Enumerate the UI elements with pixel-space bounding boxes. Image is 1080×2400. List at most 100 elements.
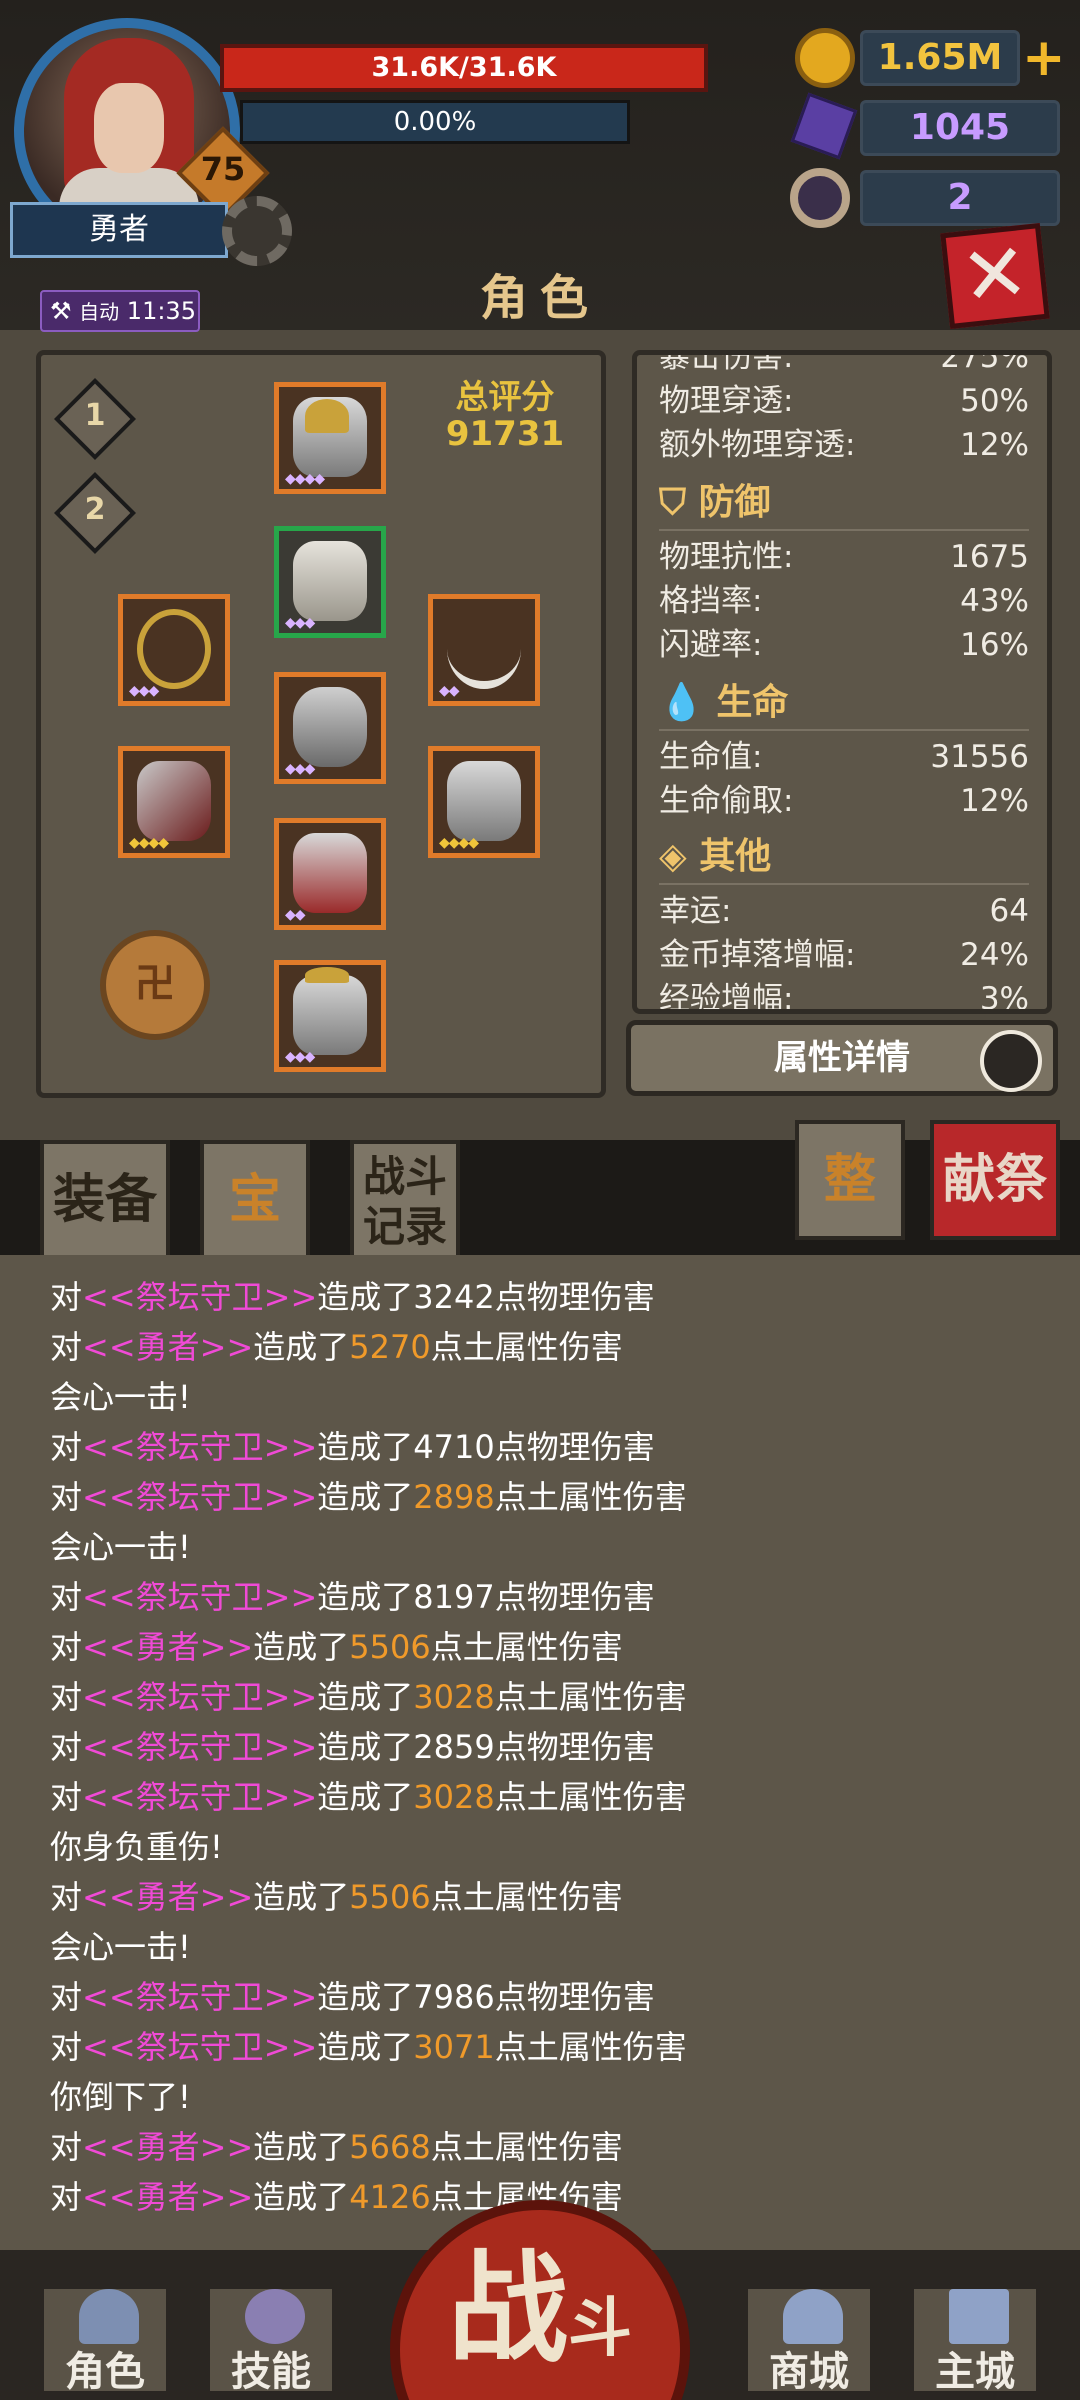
log-prefix: 会心一击! [50, 1378, 191, 1416]
log-line: 对<<祭坛守卫>>造成了7986点物理伤害 [50, 1972, 1050, 2022]
log-suffix: 点土属性伤害 [494, 2028, 687, 2066]
auto-battle-timer[interactable]: ⚒ 自动 11:35 [40, 290, 200, 332]
belt-slot[interactable]: ◆◆◆ [274, 672, 386, 784]
log-target: <<勇者>> [82, 1328, 254, 1366]
stat-row: 金币掉落增幅: 24% [659, 933, 1029, 977]
log-line: 会心一击! [50, 1522, 1050, 1572]
tab-gems[interactable]: 宝石 [200, 1140, 310, 1342]
stat-label: 经验增幅: [659, 981, 794, 1014]
log-line: 会心一击! [50, 1922, 1050, 1972]
log-line: 会心一击! [50, 1372, 1050, 1422]
tab-battle-log[interactable]: 战斗 记录 [350, 1140, 460, 1260]
battle-label-sub: 斗 [568, 2292, 632, 2366]
total-score-value: 91731 [445, 414, 565, 454]
boots-slot[interactable]: ◆◆◆ [274, 960, 386, 1072]
log-damage: 3242 [413, 1278, 495, 1316]
stat-value: 24% [960, 937, 1029, 973]
log-prefix: 对 [50, 1978, 83, 2016]
log-verb: 造成了 [317, 1478, 414, 1516]
nav-skills[interactable]: 技能 [206, 2285, 336, 2395]
stat-value: 1675 [950, 539, 1029, 575]
tab-battle-log-line1: 战斗 [362, 1152, 447, 1201]
log-line: 你倒下了! [50, 2072, 1050, 2122]
shield-icon: ⛉ [659, 482, 687, 523]
stat-row: 生命偷取: 12% [659, 779, 1029, 823]
horn-amount: 2 [860, 170, 1060, 226]
stat-label: 金币掉落增幅: [659, 937, 856, 973]
stat-value: 275% [940, 350, 1029, 375]
stats-panel: 暴击伤害: 275% 物理穿透: 50% 额外物理穿透: 12% ⛉ 防御 物理抗性:… [632, 350, 1052, 1014]
log-target: <<勇者>> [82, 2128, 254, 2166]
greaves-icon [293, 833, 367, 913]
log-verb: 造成了 [317, 1278, 414, 1316]
add-gold-button[interactable]: + [1022, 30, 1066, 86]
gem-sockets: ◆◆◆◆ [439, 835, 479, 851]
nav-character-label: 角色 [65, 2349, 145, 2395]
section-title: 防御 [698, 482, 771, 523]
log-target: <<勇者>> [82, 1628, 254, 1666]
belt-icon [293, 687, 367, 767]
log-verb: 造成了 [317, 2028, 414, 2066]
axe-icon [137, 761, 211, 841]
gloves-slot[interactable]: ◆◆◆◆ [428, 746, 540, 858]
section-title: 生命 [716, 682, 789, 723]
gem-sockets: ◆◆◆ [285, 1049, 315, 1065]
stat-label: 闪避率: [659, 627, 763, 663]
ring-slot[interactable]: ◆◆◆ [118, 594, 230, 706]
emblem-seal-icon[interactable]: 卍 [100, 930, 210, 1040]
gem-amount: 1045 [860, 100, 1060, 156]
stat-row: 额外物理穿透: 12% [659, 423, 1029, 467]
auto-time: 11:35 [126, 297, 196, 325]
close-button[interactable]: ✕ [940, 223, 1050, 329]
stat-value: 50% [960, 383, 1029, 419]
necklace-slot[interactable]: ◆◆ [428, 594, 540, 706]
log-suffix: 点物理伤害 [494, 1278, 655, 1316]
stat-row: 生命值: 31556 [659, 735, 1029, 779]
settings-gear-icon[interactable] [222, 196, 292, 266]
chest-armor-slot[interactable]: ◆◆◆ [274, 526, 386, 638]
stat-label: 暴击伤害: [659, 350, 794, 375]
stat-label: 物理穿透: [659, 383, 794, 419]
log-suffix: 点土属性伤害 [494, 1678, 687, 1716]
log-target: <<祭坛守卫>> [82, 1478, 318, 1516]
nav-city[interactable]: 主城 [910, 2285, 1040, 2395]
log-prefix: 对 [50, 1478, 83, 1516]
ram-horn-icon [790, 168, 850, 228]
gem-sockets: ◆◆◆ [285, 615, 315, 631]
log-line: 对<<祭坛守卫>>造成了2898点土属性伤害 [50, 1472, 1050, 1522]
stat-row: 物理抗性: 1675 [659, 535, 1029, 579]
nav-character[interactable]: 角色 [40, 2285, 170, 2395]
sacrifice-button[interactable]: 献祭 [930, 1120, 1060, 1240]
log-line: 对<<勇者>>造成了5506点土属性伤害 [50, 1872, 1050, 1922]
gem-sockets: ◆◆◆◆ [129, 835, 169, 851]
xp-bar: 0.00% [240, 100, 630, 144]
tab-battle-log-line2: 记录 [362, 1202, 447, 1251]
log-target: <<祭坛守卫>> [82, 1278, 318, 1316]
section-defense: ⛉ 防御 [659, 475, 1029, 531]
log-prefix: 对 [50, 1328, 83, 1366]
weapon-slot[interactable]: ◆◆◆◆ [118, 746, 230, 858]
sort-button[interactable]: 整理 [795, 1120, 905, 1322]
boots-icon [293, 975, 367, 1055]
log-suffix: 点物理伤害 [494, 1578, 655, 1616]
log-target: <<祭坛守卫>> [82, 1728, 318, 1766]
helmet-slot[interactable]: ◆◆◆◆ [274, 382, 386, 494]
hero-name: 勇者 [10, 202, 228, 258]
stat-row: 幸运: 64 [659, 889, 1029, 933]
nav-shop[interactable]: 商城 [744, 2285, 874, 2395]
log-damage: 7986 [413, 1978, 495, 2016]
stat-row: 暴击伤害: 275% [659, 350, 1029, 379]
log-suffix: 点土属性伤害 [494, 1478, 687, 1516]
stat-label: 生命值: [659, 739, 763, 775]
search-icon[interactable] [980, 1030, 1042, 1092]
leg-armor-slot[interactable]: ◆◆ [274, 818, 386, 930]
log-verb: 造成了 [317, 1428, 414, 1466]
log-suffix: 点土属性伤害 [494, 1778, 687, 1816]
log-target: <<祭坛守卫>> [82, 1578, 318, 1616]
log-verb: 造成了 [253, 1878, 350, 1916]
gem-sockets: ◆◆◆◆ [285, 471, 325, 487]
log-damage: 2898 [413, 1478, 495, 1516]
log-prefix: 对 [50, 1278, 83, 1316]
log-line: 对<<勇者>>造成了5270点土属性伤害 [50, 1322, 1050, 1372]
tab-equipment[interactable]: 装备 [40, 1140, 170, 1260]
